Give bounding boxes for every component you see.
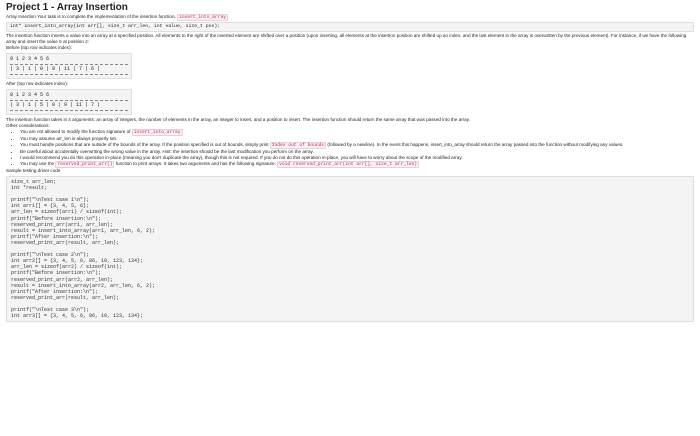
intro-code: insert_into_array [177,14,228,21]
function-signature: int* insert_into_array(int arr[], size_t… [6,22,694,32]
description-text: The insertion function inserts a value i… [6,33,687,44]
bullet-code: reserved_print_arr() [55,161,115,168]
considerations-list: You are not allowed to modify the functi… [6,129,694,168]
bullet-text: You may assume arr_len is always properl… [20,136,118,141]
page-title: Project 1 - Array Insertion [6,2,128,13]
before-array-box: 0 1 2 3 4 5 6 | 3 | 1 | 0 | 9 | 11 | 7 |… [6,53,132,79]
divider [10,110,128,111]
divider [10,64,128,65]
bullet-code: insert_into_array [131,129,183,136]
intro-label: Array Insertion Your task is to complete… [6,14,176,19]
driver-code-block: size_t arr_len; int *result; printf("\nT… [6,176,694,323]
after-indices: 0 1 2 3 4 5 6 [10,92,50,98]
bullet-code: Index out of bounds [269,142,327,149]
assignment-page: Project 1 - Array Insertion Array Insert… [0,0,700,436]
bullet-text: Be careful about accidentally overwritin… [20,149,314,154]
bullet-code: void reserved_print_arr(int arr[], size_… [277,161,419,168]
intro-text: Array Insertion Your task is to complete… [6,14,694,21]
after-array-box: 0 1 2 3 4 5 6 | 3 | 1 | 5 | 0 | 9 | 11 |… [6,89,132,115]
bullet-text: function to print arrays. It takes two a… [115,161,276,166]
before-values: | 3 | 1 | 0 | 9 | 11 | 7 | 6 | [10,66,101,72]
after-label: After (top row indicates index): [6,81,69,86]
bullet-text: (followed by a newline). In the event th… [327,142,624,147]
before-indices: 0 1 2 3 4 5 6 [10,56,50,62]
list-item: You must handle positions that are outsi… [20,142,694,149]
divider [10,74,128,75]
before-label: Before (top row indicates index): [6,45,72,50]
driver-label: Sample testing driver code [6,168,61,173]
list-item: You are not allowed to modify the functi… [20,129,694,136]
bullet-text: You must handle positions that are outsi… [20,142,269,147]
after-values: | 3 | 1 | 5 | 0 | 9 | 11 | 7 | [10,102,101,108]
bullet-text: You are not allowed to modify the functi… [20,129,131,134]
bullet-text: You may use the [20,161,55,166]
bullet-text: I would recommend you do this operation … [20,155,463,160]
divider [10,100,128,101]
list-item: You may use the reserved_print_arr() fun… [20,161,694,168]
